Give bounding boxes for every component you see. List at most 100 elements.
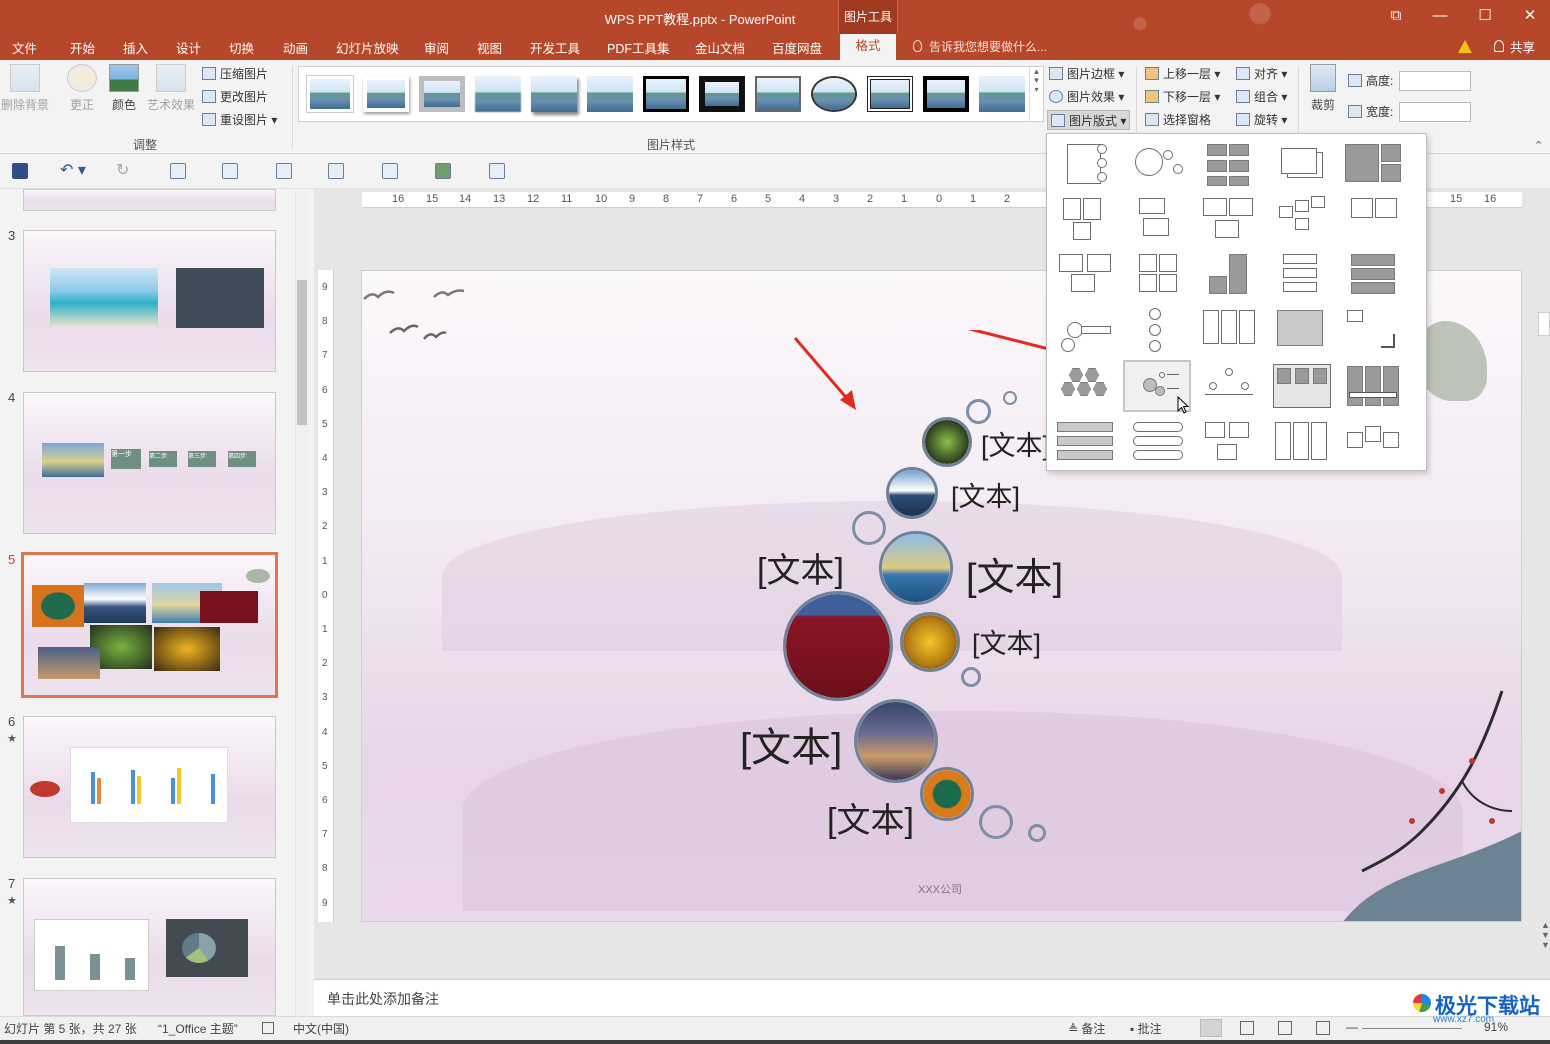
notes-pane[interactable]: 单击此处添加备注 xyxy=(314,979,1550,1016)
tab-slideshow[interactable]: 幻灯片放映 xyxy=(336,38,399,57)
compress-pictures-button[interactable]: 压缩图片 xyxy=(202,64,268,84)
slide-thumbnail-3[interactable] xyxy=(23,230,276,372)
tab-baidu-netdisk[interactable]: 百度网盘 xyxy=(772,38,822,57)
text-placeholder[interactable]: [文本] xyxy=(951,475,1020,514)
slide-sorter-icon[interactable] xyxy=(1240,1021,1254,1035)
new-slide-icon[interactable] xyxy=(170,163,186,179)
link-icon[interactable] xyxy=(489,163,505,179)
slide-thumbnail-5-selected[interactable] xyxy=(21,552,278,698)
collapse-ribbon-icon[interactable]: ⌃ xyxy=(1534,139,1543,152)
layout-vertical-picture-accent[interactable] xyxy=(1273,418,1335,466)
layout-picture-columns[interactable] xyxy=(1201,306,1263,354)
tab-file[interactable]: 文件 xyxy=(12,38,37,57)
share-button[interactable]: 共享 xyxy=(1510,37,1535,56)
style-oval[interactable] xyxy=(811,76,857,112)
picture-layout-button[interactable]: 图片版式 ▾ xyxy=(1047,110,1131,130)
align-button[interactable]: 对齐 ▾ xyxy=(1236,64,1287,84)
remove-background-button[interactable]: 删除背景 xyxy=(0,64,50,124)
tab-developer[interactable]: 开发工具 xyxy=(530,38,580,57)
close-button[interactable]: ✕ xyxy=(1510,4,1550,28)
layout-snapshot-picture-list[interactable] xyxy=(1129,194,1191,242)
text-placeholder[interactable]: [文本] xyxy=(740,715,842,773)
layout-vertical-picture-list[interactable] xyxy=(1273,250,1335,298)
layout-accent-picture-blocks[interactable] xyxy=(1273,362,1335,410)
warning-icon[interactable] xyxy=(1458,40,1472,53)
style-simple-black[interactable] xyxy=(755,76,801,112)
bubble-mountain-image[interactable] xyxy=(886,467,938,519)
layout-picture-organization-chart[interactable] xyxy=(1201,362,1263,410)
slide-thumbnail-6[interactable] xyxy=(23,716,276,858)
layout-circle-picture-list[interactable] xyxy=(1129,306,1191,354)
group-button[interactable]: 组合 ▾ xyxy=(1236,87,1287,107)
layout-ascending-picture-blocks[interactable] xyxy=(1201,250,1263,298)
layout-table-list[interactable] xyxy=(1057,418,1119,466)
layout-titled-picture-blocks[interactable] xyxy=(1345,140,1407,188)
width-input[interactable] xyxy=(1399,102,1471,122)
bubble-red-wall-image[interactable] xyxy=(783,591,893,701)
style-drop-shadow[interactable] xyxy=(531,76,577,112)
restore-ribbon-button[interactable]: ⧉ xyxy=(1376,4,1416,28)
spellcheck-icon[interactable] xyxy=(262,1022,274,1034)
text-placeholder[interactable]: [文本] xyxy=(981,424,1050,463)
save-icon[interactable] xyxy=(12,163,28,179)
style-soft-edge[interactable] xyxy=(363,76,409,112)
tab-format[interactable]: 格式 xyxy=(840,34,896,60)
style-soft-edge-rect[interactable] xyxy=(475,76,521,112)
slideshow-view-icon[interactable] xyxy=(1316,1021,1330,1035)
style-thick-black-frame[interactable] xyxy=(699,76,745,112)
style-reflected[interactable] xyxy=(587,76,633,112)
present-icon[interactable] xyxy=(328,163,344,179)
layout-title-picture-blocks[interactable] xyxy=(1345,250,1407,298)
tab-transitions[interactable]: 切换 xyxy=(229,38,254,57)
style-rotated[interactable] xyxy=(979,76,1025,112)
layout-horizontal-picture-list[interactable] xyxy=(1057,250,1119,298)
tab-home[interactable]: 开始 xyxy=(70,38,95,57)
layout-picture-grid[interactable] xyxy=(1201,140,1263,188)
tab-animations[interactable]: 动画 xyxy=(283,38,308,57)
normal-view-icon[interactable] xyxy=(1200,1019,1222,1037)
style-double-frame[interactable] xyxy=(867,76,913,112)
bubble-city-image[interactable] xyxy=(854,699,938,783)
color-button[interactable]: 颜色 xyxy=(99,64,149,124)
tab-design[interactable]: 设计 xyxy=(176,38,201,57)
minimize-button[interactable]: — xyxy=(1420,4,1460,28)
layout-picture-accent-list[interactable] xyxy=(1201,194,1263,242)
send-backward-button[interactable]: 下移一层 ▾ xyxy=(1145,87,1220,107)
selection-pane-button[interactable]: 选择窗格 xyxy=(1145,110,1211,130)
layout-picture-frame[interactable] xyxy=(1345,306,1407,354)
style-moderate-frame[interactable] xyxy=(923,76,969,112)
bubble-leaf-board-image[interactable] xyxy=(920,767,974,821)
layout-bending-picture-accent[interactable] xyxy=(1057,140,1119,188)
picture-effects-button[interactable]: 图片效果 ▾ xyxy=(1049,87,1124,107)
layout-spiral-picture[interactable] xyxy=(1345,418,1407,466)
bring-forward-button[interactable]: 上移一层 ▾ xyxy=(1145,64,1220,84)
layout-descending-circles[interactable] xyxy=(1057,306,1119,354)
bubble-lake-image[interactable] xyxy=(879,531,953,605)
bubble-yellow-leaf-image[interactable] xyxy=(900,612,960,672)
tell-me-search[interactable]: 告诉我您想要做什么... xyxy=(929,38,1047,55)
thumbnail-scrollbar-thumb[interactable] xyxy=(297,280,307,425)
layout-hexagon-cluster[interactable] xyxy=(1057,362,1119,410)
text-placeholder[interactable]: [文本] xyxy=(827,793,914,842)
change-picture-button[interactable]: 更改图片 xyxy=(202,87,268,107)
layout-rounded-picture-list[interactable] xyxy=(1129,418,1191,466)
picture-border-button[interactable]: 图片边框 ▾ xyxy=(1049,64,1124,84)
reset-picture-button[interactable]: 重设图片 ▾ xyxy=(202,110,277,130)
styles-scroll[interactable]: ▲ ▼ ▾ xyxy=(1029,67,1043,121)
check-icon[interactable] xyxy=(435,163,451,179)
slide-thumbnail-7[interactable] xyxy=(23,878,276,1016)
page-nav-arrows[interactable]: ▲ ▼ ▼ xyxy=(1541,920,1550,950)
crop-button[interactable]: 裁剪 xyxy=(1302,64,1344,124)
style-simple-frame-white[interactable] xyxy=(307,76,353,112)
height-input[interactable] xyxy=(1399,71,1471,91)
layout-circular-picture-callout[interactable] xyxy=(1129,140,1191,188)
redo-icon[interactable]: ↻ xyxy=(116,160,129,180)
reading-view-icon[interactable] xyxy=(1278,1021,1292,1035)
zoom-out-button[interactable]: — xyxy=(1346,1020,1358,1034)
text-placeholder[interactable]: [文本] xyxy=(972,622,1041,661)
layout-framed-text-picture[interactable] xyxy=(1345,194,1407,242)
notes-toggle[interactable]: ≜ 备注 xyxy=(1068,1020,1105,1037)
layout-continuous-picture-list[interactable] xyxy=(1345,362,1407,410)
bubble-plant-image[interactable] xyxy=(922,417,972,467)
style-metal-frame[interactable] xyxy=(419,76,465,112)
